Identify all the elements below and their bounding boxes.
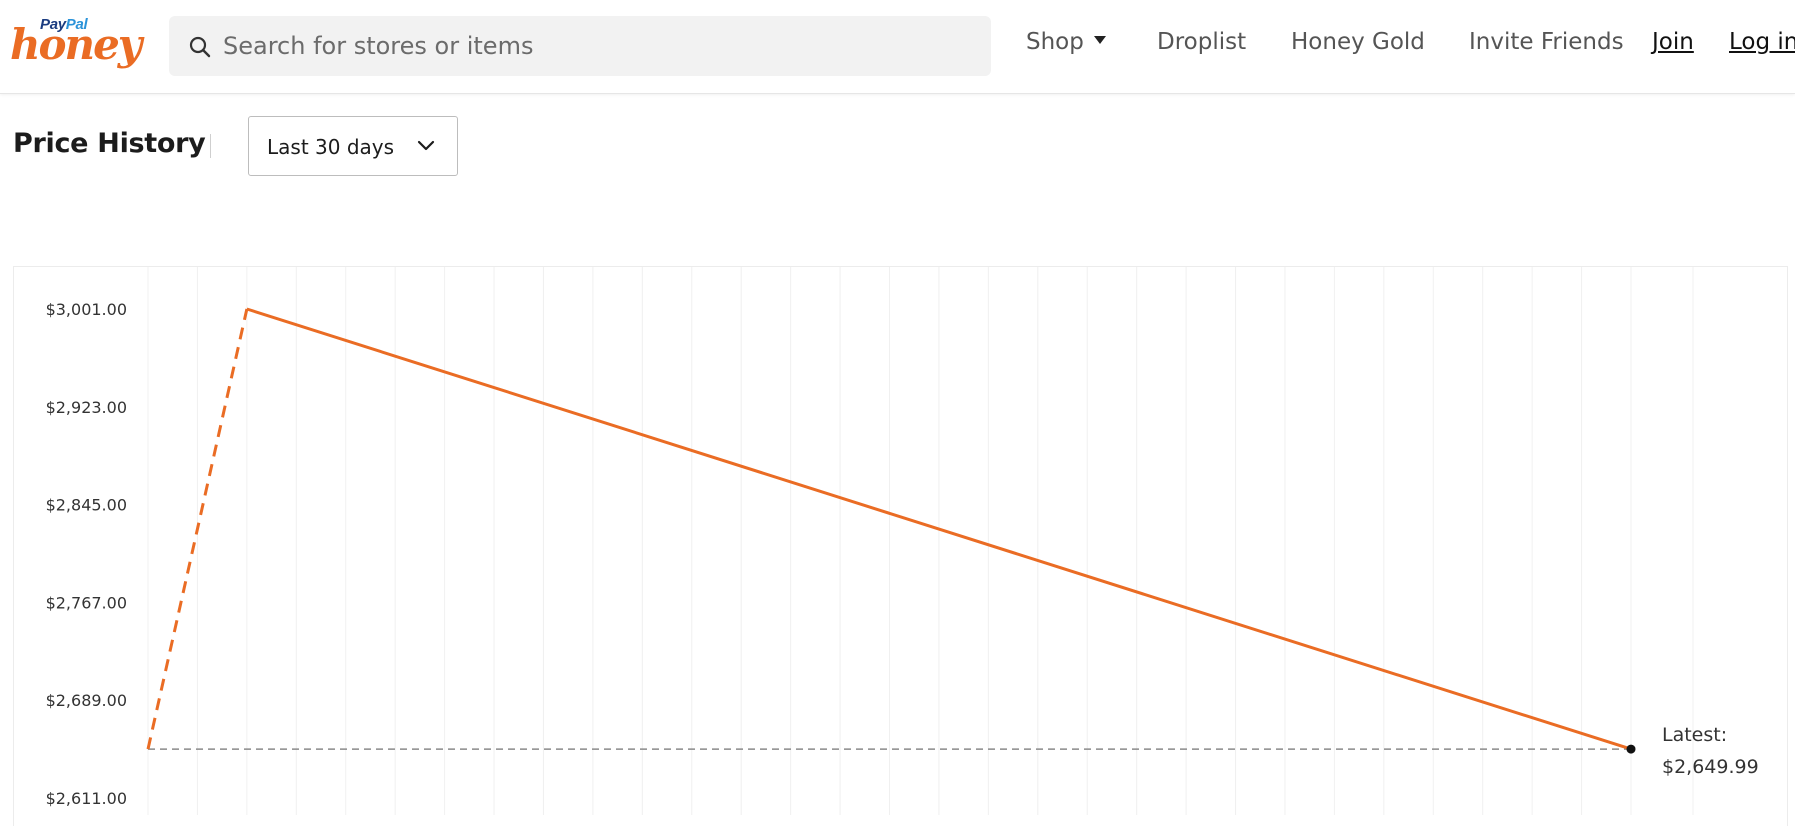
login-link[interactable]: Log in — [1729, 29, 1795, 55]
paypal-honey-logo[interactable]: PayPal honey — [10, 14, 142, 74]
y-tick-label: $2,767.00 — [46, 593, 127, 612]
price-history-title: Price History — [13, 128, 206, 159]
nav-shop-label: Shop — [1026, 29, 1084, 55]
nav-honey-gold-link[interactable]: Honey Gold — [1291, 29, 1425, 55]
search-bar[interactable] — [169, 16, 991, 76]
price-chart-svg: $3,001.00 $2,923.00 $2,845.00 $2,767.00 $2,6… — [46, 267, 1759, 815]
y-tick-label: $2,611.00 — [46, 789, 127, 808]
search-icon — [189, 36, 211, 58]
top-header: PayPal honey Shop Droplist Honey Gold In… — [0, 0, 1795, 94]
nav-shop-dropdown[interactable]: Shop — [1026, 29, 1106, 55]
honey-wordmark: honey — [10, 20, 142, 69]
y-tick-label: $2,845.00 — [46, 496, 127, 515]
price-history-chart: $3,001.00 $2,923.00 $2,845.00 $2,767.00 $2,6… — [13, 266, 1788, 826]
nav-droplist-link[interactable]: Droplist — [1157, 29, 1246, 55]
y-tick-label: $2,923.00 — [46, 398, 127, 417]
caret-down-icon — [1093, 35, 1106, 44]
latest-value: $2,649.99 — [1662, 756, 1759, 778]
join-link[interactable]: Join — [1652, 29, 1694, 55]
y-tick-label: $3,001.00 — [46, 300, 127, 319]
date-range-select[interactable]: Last 30 days — [248, 116, 458, 176]
title-divider — [210, 134, 211, 158]
date-range-value: Last 30 days — [267, 135, 395, 159]
nav-invite-friends-link[interactable]: Invite Friends — [1469, 29, 1624, 55]
search-input[interactable] — [223, 16, 963, 76]
y-tick-label: $2,689.00 — [46, 691, 127, 710]
latest-label: Latest: — [1662, 724, 1727, 746]
chevron-down-icon — [417, 140, 435, 151]
latest-point-marker — [1626, 744, 1636, 754]
